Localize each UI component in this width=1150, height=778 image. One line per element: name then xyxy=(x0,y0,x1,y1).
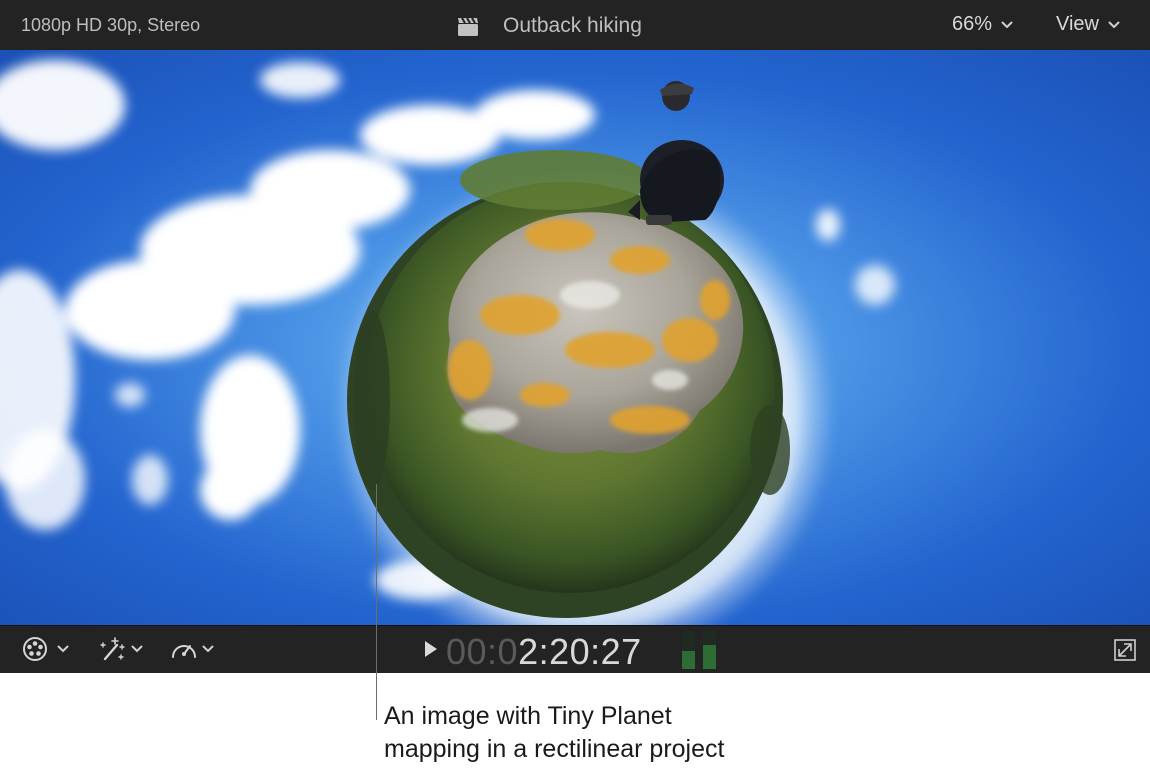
chevron-down-icon xyxy=(131,645,143,653)
viewer-bottom-bar: 00:02:20:27 xyxy=(0,625,1150,673)
project-title: Outback hiking xyxy=(503,14,642,37)
fullscreen-icon[interactable] xyxy=(1113,638,1137,662)
view-menu[interactable]: View xyxy=(1056,13,1120,36)
callout-caption: An image with Tiny Planet mapping in a r… xyxy=(384,700,844,766)
play-icon[interactable] xyxy=(424,640,438,658)
color-board-menu[interactable] xyxy=(22,635,69,663)
tiny-planet-image xyxy=(0,50,1150,625)
retime-menu[interactable] xyxy=(170,635,214,663)
timecode-lit: 2:20:27 xyxy=(518,631,642,672)
zoom-level: 66% xyxy=(952,13,993,35)
timecode-dim: 00:0 xyxy=(446,631,519,672)
viewer-top-bar: 1080p HD 30p, Stereo Outback hiking 66% … xyxy=(0,0,1150,51)
view-menu-label: View xyxy=(1056,13,1099,35)
format-info: 1080p HD 30p, Stereo xyxy=(21,15,201,35)
enhancements-menu[interactable] xyxy=(99,635,143,663)
speedometer-icon xyxy=(172,645,196,658)
project-title-group: Outback hiking xyxy=(456,13,642,39)
chevron-down-icon xyxy=(1108,21,1120,28)
magic-wand-icon xyxy=(100,637,125,661)
color-wheel-icon xyxy=(23,637,47,661)
zoom-menu[interactable]: 66% xyxy=(952,13,1013,36)
callout-leader-line xyxy=(376,484,377,720)
viewer: 1080p HD 30p, Stereo Outback hiking 66% … xyxy=(0,0,1150,673)
video-canvas[interactable] xyxy=(0,50,1150,625)
timecode-display[interactable]: 00:02:20:27 xyxy=(446,631,642,673)
chevron-down-icon xyxy=(1001,21,1013,28)
callout-line-2: mapping in a rectilinear project xyxy=(384,735,725,763)
chevron-down-icon xyxy=(202,645,214,653)
clapperboard-icon xyxy=(458,17,478,36)
callout-line-1: An image with Tiny Planet xyxy=(384,702,672,730)
audio-meter-icon[interactable] xyxy=(682,631,716,669)
chevron-down-icon xyxy=(57,645,69,653)
